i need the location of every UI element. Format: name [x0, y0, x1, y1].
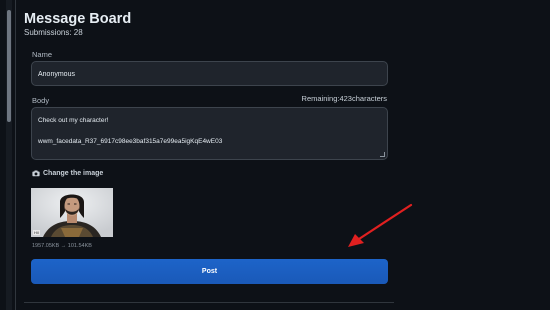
scrollbar-thumb[interactable] [7, 10, 11, 122]
annotation-arrow [348, 203, 413, 247]
name-input[interactable]: Anonymous [31, 61, 388, 86]
body-line-1: Check out my character! [38, 117, 109, 124]
thumbnail-badge: Hil [33, 230, 40, 235]
image-size-info: 1957.05KB → 101.54KB [32, 243, 92, 249]
post-button[interactable]: Post [31, 259, 388, 284]
page-title: Message Board [24, 11, 132, 27]
image-thumbnail[interactable]: Hil [31, 188, 113, 237]
vertical-divider [15, 0, 16, 310]
change-image-link[interactable]: Change the image [32, 170, 103, 177]
change-image-label: Change the image [43, 170, 104, 177]
remaining-characters: Remaining:423characters [301, 94, 387, 103]
resize-grip[interactable] [380, 152, 385, 157]
body-label: Body [32, 96, 50, 105]
portrait-image [31, 188, 113, 237]
camera-icon [32, 170, 40, 177]
submission-count: Submissions: 28 [24, 28, 83, 37]
body-textarea[interactable]: Check out my character! wwm_facedata_R37… [31, 107, 388, 160]
name-label: Name [32, 50, 53, 59]
body-line-2: wwm_facedata_R37_6917c98ee3baf315a7e99ea… [38, 138, 223, 145]
left-rail [0, 0, 16, 310]
bottom-divider [24, 302, 394, 303]
